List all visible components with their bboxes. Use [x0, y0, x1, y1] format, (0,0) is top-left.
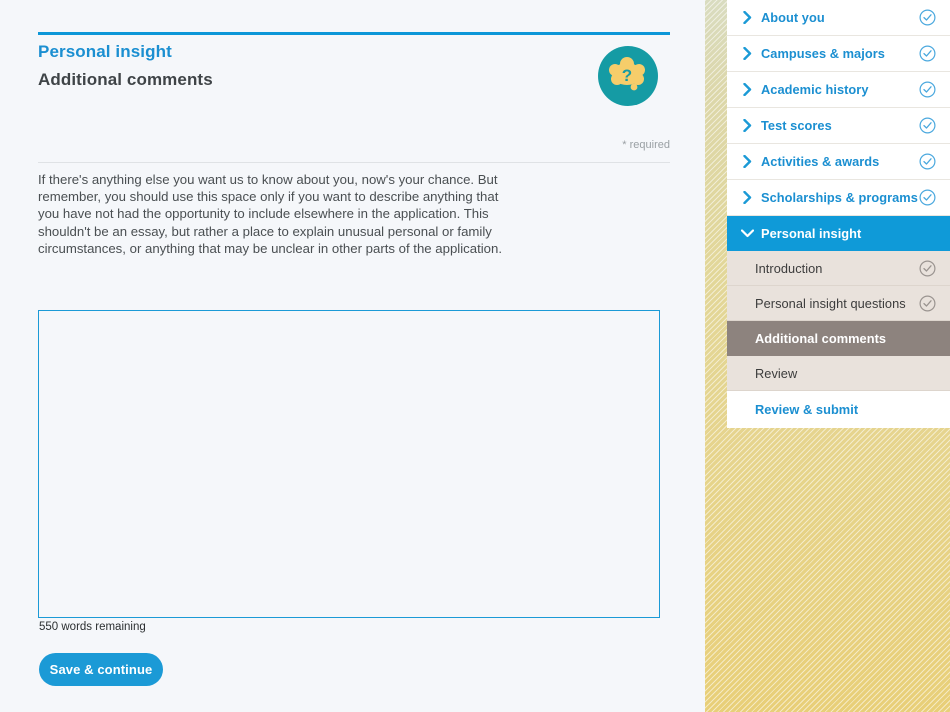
- required-note: * required: [622, 139, 670, 151]
- chevron-right-icon: [739, 47, 755, 60]
- sidebar-subitem-review[interactable]: Review: [727, 356, 950, 391]
- check-circle-icon: [918, 45, 936, 62]
- sidebar-subitem-label: Introduction: [755, 260, 823, 276]
- check-circle-icon: [918, 259, 936, 277]
- save-and-continue-button[interactable]: Save & continue: [39, 653, 163, 686]
- check-circle-icon: [918, 189, 936, 206]
- chevron-right-icon: [739, 155, 755, 168]
- application-root: Personal insight Additional comments ? *…: [0, 0, 950, 712]
- svg-text:?: ?: [622, 66, 632, 85]
- sidebar-subitem-label: Personal insight questions: [755, 295, 906, 311]
- sidebar-subitem-label: Review: [755, 365, 798, 381]
- sidebar-item-review-and-submit[interactable]: Review & submit: [727, 391, 950, 428]
- sidebar-item-label: Activities & awards: [761, 154, 880, 169]
- sidebar-item-about-you[interactable]: About you: [727, 0, 950, 36]
- chevron-right-icon: [739, 83, 755, 96]
- sidebar-item-label: Campuses & majors: [761, 46, 885, 61]
- chevron-right-icon: [739, 119, 755, 132]
- sidebar-subitem-introduction[interactable]: Introduction: [727, 251, 950, 286]
- sidebar-item-academic-history[interactable]: Academic history: [727, 72, 950, 108]
- sidebar-item-label: Scholarships & programs: [761, 190, 918, 205]
- sidebar-subitem-label: Additional comments: [755, 331, 887, 346]
- main-content-panel: Personal insight Additional comments ? *…: [0, 0, 705, 712]
- sidebar-item-label: About you: [761, 10, 825, 25]
- sidebar-item-label: Test scores: [761, 118, 832, 133]
- sidebar-subitem-personal-insight-questions[interactable]: Personal insight questions: [727, 286, 950, 321]
- header-rule: [38, 32, 670, 35]
- page-title: Additional comments: [38, 70, 213, 89]
- sidebar-subitem-additional-comments[interactable]: Additional comments: [727, 321, 950, 356]
- thought-bubble-question-icon[interactable]: ?: [598, 46, 658, 106]
- check-circle-icon: [918, 81, 936, 98]
- section-divider: [38, 162, 670, 163]
- sidebar-item-scholarships-programs[interactable]: Scholarships & programs: [727, 180, 950, 216]
- application-navigation: About you Campuses & majors Academic his…: [727, 0, 950, 428]
- sidebar-item-label: Personal insight: [761, 226, 862, 241]
- instructions-text: If there's anything else you want us to …: [38, 172, 503, 256]
- sidebar-item-campuses-majors[interactable]: Campuses & majors: [727, 36, 950, 72]
- chevron-right-icon: [739, 191, 755, 204]
- page-kicker: Personal insight: [38, 42, 172, 61]
- check-circle-icon: [918, 153, 936, 170]
- check-circle-icon: [918, 9, 936, 26]
- chevron-right-icon: [739, 11, 755, 24]
- chevron-down-icon: [739, 229, 755, 238]
- additional-comments-input[interactable]: [38, 310, 660, 618]
- check-circle-icon: [918, 117, 936, 134]
- check-circle-icon: [918, 294, 936, 312]
- sidebar-item-activities-awards[interactable]: Activities & awards: [727, 144, 950, 180]
- word-count-label: 550 words remaining: [39, 621, 146, 633]
- sidebar-item-personal-insight[interactable]: Personal insight: [727, 216, 950, 251]
- sidebar-item-label: Review & submit: [755, 402, 859, 417]
- sidebar-item-test-scores[interactable]: Test scores: [727, 108, 950, 144]
- sidebar-item-label: Academic history: [761, 82, 869, 97]
